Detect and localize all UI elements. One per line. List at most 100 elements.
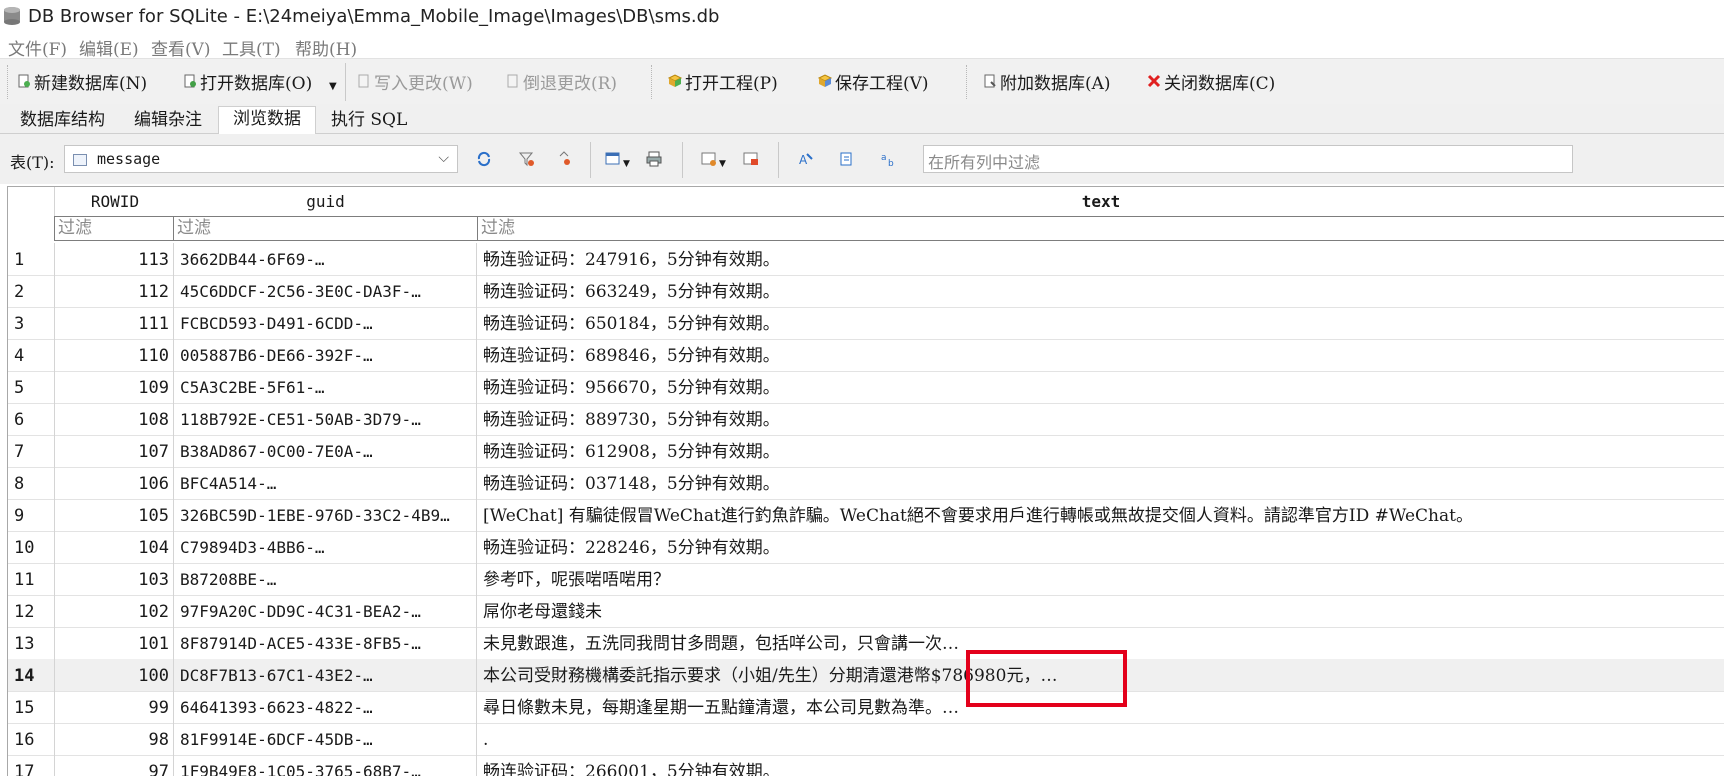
rowid-cell[interactable]: 97 <box>54 755 174 776</box>
row-number-cell[interactable]: 1 <box>8 243 54 275</box>
rowid-cell[interactable]: 103 <box>54 563 174 595</box>
table-row[interactable]: 5 109 C5A3C2BE-5F61-… 畅连验证码：956670，5分钟有效期。 <box>8 371 1724 404</box>
tab-execute-sql[interactable]: 执行 SQL <box>316 107 422 134</box>
text-cell[interactable]: 畅连验证码：612908，5分钟有效期。 <box>477 435 1724 467</box>
row-number-cell[interactable]: 12 <box>8 595 54 627</box>
open-database-dropdown-arrow[interactable]: ▼ <box>329 81 337 92</box>
rowid-cell[interactable]: 102 <box>54 595 174 627</box>
guid-cell[interactable]: 64641393-6623-4822-… <box>174 691 477 723</box>
table-row[interactable]: 1 113 3662DB44-6F69-… 畅连验证码：247916，5分钟有效期。 <box>8 243 1724 276</box>
row-number-cell[interactable]: 16 <box>8 723 54 755</box>
row-number-cell[interactable]: 15 <box>8 691 54 723</box>
rowid-cell[interactable]: 105 <box>54 499 174 531</box>
text-cell[interactable]: [WeChat] 有騙徒假冒WeChat進行釣魚詐騙。WeChat絕不會要求用戶… <box>477 499 1724 531</box>
text-cell[interactable]: 畅连验证码：037148，5分钟有效期。 <box>477 467 1724 499</box>
rowid-cell[interactable]: 106 <box>54 467 174 499</box>
delete-record-icon[interactable] <box>742 150 760 168</box>
rowid-cell[interactable]: 107 <box>54 435 174 467</box>
guid-cell[interactable]: 118B792E-CE51-50AB-3D79-… <box>174 403 477 435</box>
filter-input-rowid[interactable]: 过滤 <box>54 216 174 241</box>
row-number-cell[interactable]: 10 <box>8 531 54 563</box>
find-icon[interactable]: A <box>797 150 815 168</box>
table-row[interactable]: 17 97 1F9B49E8-1C05-3765-68B7-… 畅连验证码：26600… <box>8 755 1724 776</box>
row-number-cell[interactable]: 5 <box>8 371 54 403</box>
open-database-button[interactable]: 打开数据库(O) <box>182 69 312 94</box>
toolbar-grip[interactable] <box>966 65 971 99</box>
save-table-dropdown-arrow[interactable]: ▼ <box>623 159 630 169</box>
table-row[interactable]: 8 106 BFC4A514-… 畅连验证码：037148，5分钟有效期。 <box>8 467 1724 500</box>
menu-edit[interactable]: 编辑(E) <box>79 35 139 60</box>
table-row[interactable]: 12 102 97F9A20C-DD9C-4C31-BEA2-… 屌你老母還錢未 <box>8 595 1724 628</box>
table-row[interactable]: 13 101 8F87914D-ACE5-433E-8FB5-… 未見數跟進，五洗同我… <box>8 627 1724 660</box>
rowid-cell[interactable]: 110 <box>54 339 174 371</box>
row-number-cell[interactable]: 7 <box>8 435 54 467</box>
menu-tools[interactable]: 工具(T) <box>222 35 281 60</box>
refresh-icon[interactable] <box>475 150 493 168</box>
column-header-rowid[interactable]: ROWID <box>54 187 176 216</box>
write-changes-button[interactable]: 写入更改(W) <box>356 69 473 94</box>
guid-cell[interactable]: C79894D3-4BB6-… <box>174 531 477 563</box>
rowid-cell[interactable]: 113 <box>54 243 174 275</box>
open-project-button[interactable]: 打开工程(P) <box>667 69 778 94</box>
find-replace-icon[interactable] <box>838 150 856 168</box>
text-cell[interactable]: 畅连验证码：247916，5分钟有效期。 <box>477 243 1724 275</box>
row-number-cell[interactable]: 6 <box>8 403 54 435</box>
table-row[interactable]: 3 111 FCBCD593-D491-6CDD-… 畅连验证码：650184，5分钟… <box>8 307 1724 340</box>
toolbar-grip[interactable] <box>651 65 656 99</box>
row-number-header[interactable] <box>8 187 55 216</box>
column-header-guid[interactable]: guid <box>174 187 478 216</box>
rowid-cell[interactable]: 108 <box>54 403 174 435</box>
guid-cell[interactable]: 45C6DDCF-2C56-3E0C-DA3F-… <box>174 275 477 307</box>
table-row[interactable]: 7 107 B38AD867-0C00-7E0A-… 畅连验证码：612908，5分钟… <box>8 435 1724 468</box>
tab-browse-data[interactable]: 浏览数据 <box>218 106 316 135</box>
guid-cell[interactable]: 3662DB44-6F69-… <box>174 243 477 275</box>
row-number-cell[interactable]: 8 <box>8 467 54 499</box>
guid-cell[interactable]: 8F87914D-ACE5-433E-8FB5-… <box>174 627 477 659</box>
table-row[interactable]: 16 98 81F9914E-6DCF-45DB-…. <box>8 723 1724 756</box>
table-row[interactable]: 6 108 118B792E-CE51-50AB-3D79-… 畅连验证码：88973… <box>8 403 1724 436</box>
clear-filters-icon[interactable] <box>518 150 536 168</box>
close-database-button[interactable]: 关闭数据库(C) <box>1146 69 1275 94</box>
table-row[interactable]: 10 104 C79894D3-4BB6-… 畅连验证码：228246，5分钟有效期。 <box>8 531 1724 564</box>
filter-input-text[interactable]: 过滤 <box>477 216 1724 241</box>
insert-record-icon[interactable] <box>700 150 718 168</box>
rowid-cell[interactable]: 101 <box>54 627 174 659</box>
text-cell[interactable]: 畅连验证码：889730，5分钟有效期。 <box>477 403 1724 435</box>
text-cell[interactable]: 參考吓，呢張啱唔啱用？ <box>477 563 1724 595</box>
filter-all-columns-input[interactable]: 在所有列中过滤 <box>923 145 1573 173</box>
table-row[interactable]: 2 112 45C6DDCF-2C56-3E0C-DA3F-… 畅连验证码：66324… <box>8 275 1724 308</box>
insert-record-dropdown-arrow[interactable]: ▼ <box>719 159 726 169</box>
row-number-cell[interactable]: 14 <box>8 659 54 691</box>
row-number-cell[interactable]: 2 <box>8 275 54 307</box>
row-number-cell[interactable]: 17 <box>8 755 54 776</box>
row-number-cell[interactable]: 13 <box>8 627 54 659</box>
row-number-cell[interactable]: 3 <box>8 307 54 339</box>
text-cell[interactable]: 屌你老母還錢未 <box>477 595 1724 627</box>
new-database-button[interactable]: 新建数据库(N) <box>16 69 147 94</box>
revert-changes-button[interactable]: 倒退更改(R) <box>505 69 617 94</box>
text-cell[interactable]: 畅连验证码：266001，5分钟有效期。 <box>477 755 1724 776</box>
table-row[interactable]: 9 105 326BC59D-1EBE-976D-33C2-4B9… [WeChat]… <box>8 499 1724 532</box>
guid-cell[interactable]: DC8F7B13-67C1-43E2-… <box>174 659 477 691</box>
text-cell[interactable]: . <box>477 723 1724 755</box>
toolbar-grip[interactable] <box>7 65 12 99</box>
guid-cell[interactable]: B87208BE-… <box>174 563 477 595</box>
guid-cell[interactable]: C5A3C2BE-5F61-… <box>174 371 477 403</box>
text-cell[interactable]: 畅连验证码：689846，5分钟有效期。 <box>477 339 1724 371</box>
save-table-as-icon[interactable] <box>604 150 622 168</box>
menu-view[interactable]: 查看(V) <box>151 35 211 60</box>
guid-cell[interactable]: 81F9914E-6DCF-45DB-… <box>174 723 477 755</box>
text-cell[interactable]: 畅连验证码：650184，5分钟有效期。 <box>477 307 1724 339</box>
guid-cell[interactable]: 1F9B49E8-1C05-3765-68B7-… <box>174 755 477 776</box>
rowid-cell[interactable]: 109 <box>54 371 174 403</box>
tab-database-structure[interactable]: 数据库结构 <box>5 107 120 134</box>
rowid-cell[interactable]: 99 <box>54 691 174 723</box>
table-row[interactable]: 4 110 005887B6-DE66-392F-… 畅连验证码：689846，5分钟… <box>8 339 1724 372</box>
print-icon[interactable] <box>645 150 663 168</box>
row-number-cell[interactable]: 4 <box>8 339 54 371</box>
table-row[interactable]: 11 103 B87208BE-… 參考吓，呢張啱唔啱用？ <box>8 563 1724 596</box>
rowid-cell[interactable]: 98 <box>54 723 174 755</box>
filter-input-guid[interactable]: 过滤 <box>173 216 478 241</box>
guid-cell[interactable]: B38AD867-0C00-7E0A-… <box>174 435 477 467</box>
row-number-cell[interactable]: 11 <box>8 563 54 595</box>
